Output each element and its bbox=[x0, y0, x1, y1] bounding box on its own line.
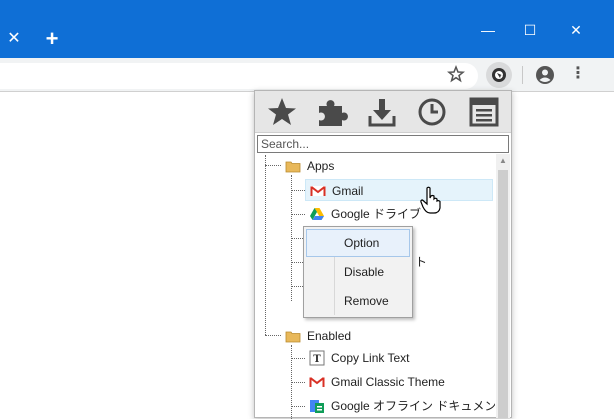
download-icon[interactable] bbox=[365, 96, 399, 128]
kebab-menu-icon[interactable]: ⋮ bbox=[570, 64, 586, 86]
tree-scrollbar[interactable]: ▲ bbox=[496, 154, 510, 418]
context-menu: Option Disable Remove bbox=[303, 226, 413, 318]
tree-item-label: Gmail Classic Theme bbox=[331, 375, 445, 389]
tree-line bbox=[291, 214, 305, 215]
svg-text:T: T bbox=[313, 354, 321, 365]
tree-line bbox=[291, 190, 305, 191]
tree-line bbox=[265, 165, 266, 335]
tree-item-label: ト bbox=[415, 255, 428, 269]
context-disable-item[interactable]: Disable bbox=[306, 258, 410, 286]
search-input[interactable] bbox=[257, 135, 509, 153]
close-window-button[interactable]: ✕ bbox=[564, 20, 588, 40]
hand-cursor-icon bbox=[420, 186, 442, 214]
tree-item-label: Copy Link Text bbox=[331, 351, 410, 365]
tree-line bbox=[291, 406, 305, 407]
popup-toolbar bbox=[255, 91, 511, 133]
bookmark-star-icon[interactable] bbox=[446, 64, 466, 84]
address-bar[interactable] bbox=[0, 63, 478, 89]
title-bar: ✕ + — ☐ ✕ bbox=[0, 0, 614, 58]
tree-item-label: Google オフライン ドキュメン bbox=[331, 399, 495, 413]
tree-item-google-drive[interactable]: Google ドライブ bbox=[305, 203, 493, 225]
tab-close-button[interactable]: ✕ bbox=[4, 29, 24, 49]
tree-line bbox=[291, 382, 305, 383]
list-icon[interactable] bbox=[467, 96, 501, 128]
gmail-icon bbox=[309, 374, 325, 390]
tree-line bbox=[265, 165, 281, 166]
favorites-star-icon[interactable] bbox=[265, 96, 299, 128]
browser-toolbar: ⋮ bbox=[0, 58, 614, 92]
tree-item-gmail[interactable]: Gmail bbox=[305, 179, 493, 201]
extension-manager-icon[interactable] bbox=[486, 62, 512, 88]
maximize-button[interactable]: ☐ bbox=[518, 20, 542, 40]
tree-group-label: Apps bbox=[307, 159, 335, 173]
folder-icon bbox=[285, 158, 301, 174]
puzzle-icon[interactable] bbox=[315, 96, 349, 128]
context-option-item[interactable]: Option bbox=[306, 229, 410, 257]
tree-item-label: Gmail bbox=[332, 184, 364, 198]
gmail-icon bbox=[310, 183, 326, 199]
tree-item-google-docs-offline[interactable]: Google オフライン ドキュメン bbox=[305, 395, 495, 417]
tree-item-copy-link-text[interactable]: T Copy Link Text bbox=[305, 347, 493, 369]
profile-icon[interactable] bbox=[534, 64, 556, 86]
tree-item-label: Google ドライブ bbox=[331, 207, 422, 221]
tree-group-enabled[interactable]: Enabled bbox=[281, 325, 481, 347]
toolbar-separator bbox=[522, 66, 523, 84]
scroll-thumb[interactable] bbox=[498, 170, 508, 418]
tree-line bbox=[265, 155, 266, 165]
clock-icon[interactable] bbox=[415, 96, 449, 128]
folder-icon bbox=[285, 328, 301, 344]
tree-line bbox=[265, 335, 281, 336]
google-drive-icon bbox=[309, 206, 325, 222]
text-icon: T bbox=[309, 350, 325, 366]
google-docs-offline-icon bbox=[309, 398, 325, 414]
tree-line bbox=[291, 358, 305, 359]
scroll-up-arrow-icon[interactable]: ▲ bbox=[496, 154, 510, 168]
tree-item-gmail-classic-theme[interactable]: Gmail Classic Theme bbox=[305, 371, 493, 393]
tree-group-label: Enabled bbox=[307, 329, 352, 343]
minimize-button[interactable]: — bbox=[476, 20, 500, 40]
tree-group-apps[interactable]: Apps bbox=[281, 155, 481, 177]
context-remove-item[interactable]: Remove bbox=[306, 287, 410, 315]
new-tab-button[interactable]: + bbox=[40, 27, 64, 51]
